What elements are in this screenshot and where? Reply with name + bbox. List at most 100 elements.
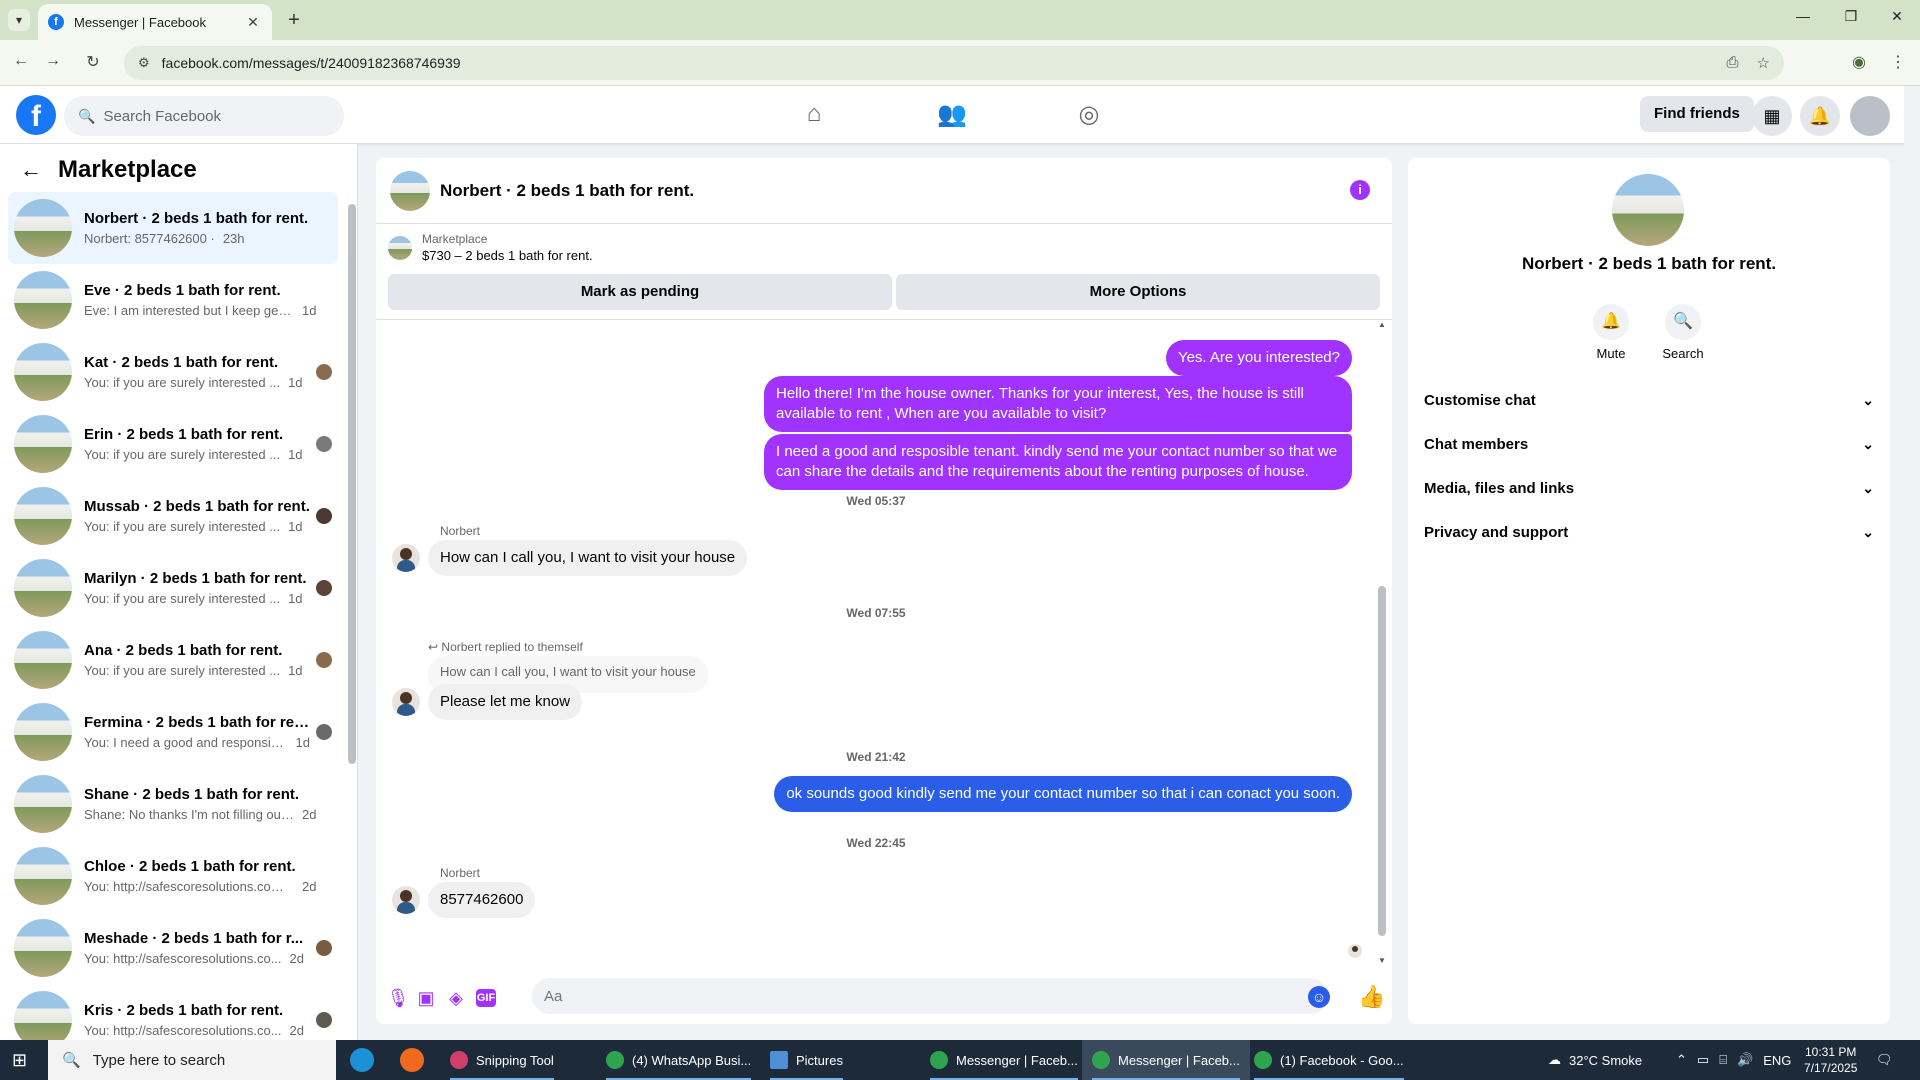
conversation-time: 1d — [288, 519, 303, 534]
bookmark-star-icon[interactable]: ☆ — [1757, 54, 1770, 72]
page-scrollbar[interactable] — [1904, 86, 1920, 1040]
listing-thumbnail — [14, 919, 72, 977]
media-files-links-row[interactable]: Media, files and links ⌄ — [1424, 468, 1874, 508]
chat-title[interactable]: Norbert · 2 beds 1 bath for rent. — [440, 181, 694, 201]
reload-icon[interactable]: ↻ — [82, 52, 104, 72]
tab-search-dropdown[interactable]: ▾ — [8, 9, 30, 31]
profile-icon[interactable]: ◉ — [1852, 52, 1866, 72]
close-tab-icon[interactable]: ✕ — [244, 14, 262, 31]
menu-grid-icon[interactable]: ▦ — [1752, 96, 1792, 136]
outgoing-message[interactable]: I need a good and resposible tenant. kin… — [764, 434, 1352, 490]
back-arrow-icon[interactable]: ← — [20, 157, 42, 183]
conversation-item[interactable]: Shane · 2 beds 1 bath for rent. Shane: No… — [8, 768, 338, 840]
taskbar-app-snipping-tool[interactable]: Snipping Tool — [440, 1040, 564, 1080]
taskbar-app-messenger-2[interactable]: Messenger | Faceb... — [1082, 1040, 1250, 1080]
new-tab-button[interactable]: + — [282, 8, 306, 32]
account-avatar[interactable] — [1850, 96, 1890, 136]
conversation-item[interactable]: Chloe · 2 beds 1 bath for rent. You: http… — [8, 840, 338, 912]
mark-as-pending-button[interactable]: Mark as pending — [388, 274, 892, 310]
incoming-message[interactable]: Please let me know — [428, 684, 583, 720]
conversation-item[interactable]: Norbert · 2 beds 1 bath for rent. Norbert… — [8, 192, 338, 264]
microphone-icon[interactable]: 🎙 — [386, 986, 410, 1010]
message-input[interactable] — [532, 978, 1328, 1014]
thumbs-up-icon[interactable]: 👍 — [1358, 984, 1385, 1010]
network-icon[interactable]: ⌸ — [1719, 1052, 1727, 1068]
address-bar[interactable]: ⚙ facebook.com/messages/t/24009182368746… — [124, 46, 1784, 80]
conversation-item[interactable]: Mussab · 2 beds 1 bath for rent. You: if … — [8, 480, 338, 552]
taskbar-app-messenger-1[interactable]: Messenger | Faceb... — [920, 1040, 1088, 1080]
conversation-item[interactable]: Kris · 2 beds 1 bath for rent. You: http:… — [8, 984, 338, 1040]
listing-thumbnail — [14, 415, 72, 473]
listing-avatar[interactable] — [390, 170, 430, 211]
conversation-item[interactable]: Fermina · 2 beds 1 bath for rent. You: I … — [8, 696, 338, 768]
sticker-icon[interactable]: ◈ — [444, 986, 468, 1010]
browser-tab-active[interactable]: f Messenger | Facebook ✕ — [38, 4, 272, 40]
conversation-time: 1d — [302, 303, 317, 318]
battery-icon[interactable]: ▭ — [1697, 1052, 1709, 1068]
browser-toolbar: ← → ↻ ⚙ facebook.com/messages/t/24009182… — [0, 40, 1920, 86]
privacy-support-row[interactable]: Privacy and support ⌄ — [1424, 512, 1874, 552]
norbert-avatar[interactable] — [392, 886, 420, 914]
listing-thumbnail — [388, 235, 412, 260]
search-label: Search — [1662, 346, 1704, 361]
outgoing-message[interactable]: Hello there! I'm the house owner. Thanks… — [764, 376, 1352, 432]
home-icon[interactable]: ⌂ — [794, 100, 834, 128]
friends-icon[interactable]: 👥 — [932, 100, 972, 129]
conversation-item[interactable]: Eve · 2 beds 1 bath for rent. Eve: I am i… — [8, 264, 338, 336]
chevron-up-icon[interactable]: ⌃ — [1676, 1052, 1687, 1068]
timestamp: Wed 05:37 — [846, 494, 906, 508]
conversation-item[interactable]: Ana · 2 beds 1 bath for rent. You: if you… — [8, 624, 338, 696]
close-window-button[interactable]: ✕ — [1882, 8, 1912, 25]
minimize-button[interactable]: — — [1788, 8, 1818, 24]
more-options-button[interactable]: More Options — [896, 274, 1380, 310]
outgoing-message[interactable]: Yes. Are you interested? — [1165, 340, 1352, 376]
facebook-search[interactable]: 🔍 Search Facebook — [64, 96, 344, 136]
clock[interactable]: 10:31 PM 7/17/2025 — [1804, 1044, 1857, 1076]
sidebar-scrollbar[interactable] — [348, 194, 356, 774]
windows-start-icon[interactable]: ⊞ — [12, 1050, 27, 1071]
weather-widget[interactable]: ☁ 32°C Smoke — [1548, 1040, 1642, 1080]
search-in-chat-button[interactable]: 🔍 Search — [1648, 304, 1718, 361]
listing-thumbnail — [14, 703, 72, 761]
back-icon[interactable]: ← — [10, 52, 32, 70]
install-app-icon[interactable]: ⎙ — [1727, 54, 1739, 72]
norbert-avatar[interactable] — [392, 544, 420, 572]
volume-icon[interactable]: 🔊 — [1737, 1052, 1753, 1068]
incoming-message[interactable]: 8577462600 — [428, 882, 536, 918]
language-indicator[interactable]: ENG — [1763, 1053, 1791, 1068]
notifications-bell-icon[interactable]: 🔔 — [1800, 96, 1840, 136]
forward-icon[interactable]: → — [42, 52, 64, 70]
marketplace-listing[interactable]: Marketplace $730 – 2 beds 1 bath for ren… — [388, 232, 593, 263]
find-friends-button[interactable]: Find friends — [1640, 96, 1754, 132]
facebook-logo[interactable]: f — [16, 95, 56, 135]
emoji-icon[interactable]: ☺ — [1308, 986, 1330, 1008]
conversation-item[interactable]: Meshade · 2 beds 1 bath for r... You: htt… — [8, 912, 338, 984]
search-icon: 🔍 — [78, 107, 96, 124]
outgoing-message[interactable]: ok sounds good kindly send me your conta… — [774, 776, 1352, 812]
menu-kebab-icon[interactable]: ⋮ — [1890, 52, 1906, 72]
conversation-item[interactable]: Kat · 2 beds 1 bath for rent. You: if you… — [8, 336, 338, 408]
conversation-time: 23h — [222, 231, 245, 246]
chat-scrollbar[interactable]: ▲ ▼ — [1376, 320, 1388, 970]
site-info-icon[interactable]: ⚙ — [138, 55, 150, 71]
conversation-item[interactable]: Marilyn · 2 beds 1 bath for rent. You: if… — [8, 552, 338, 624]
groups-icon[interactable]: ◎ — [1069, 100, 1109, 129]
mute-button[interactable]: 🔔 Mute — [1576, 304, 1646, 361]
taskbar-app-pictures[interactable]: Pictures — [760, 1040, 853, 1080]
restore-button[interactable]: ❐ — [1836, 8, 1866, 25]
incoming-message[interactable]: How can I call you, I want to visit your… — [428, 540, 748, 576]
notifications-icon[interactable]: 🗨 — [1876, 1040, 1893, 1080]
edge-icon[interactable] — [350, 1048, 374, 1072]
customise-chat-row[interactable]: Customise chat ⌄ — [1424, 380, 1874, 420]
taskbar-app-whatsapp[interactable]: (4) WhatsApp Busi... — [596, 1040, 761, 1080]
taskbar-app-facebook[interactable]: (1) Facebook - Goo... — [1244, 1040, 1414, 1080]
chat-members-row[interactable]: Chat members ⌄ — [1424, 424, 1874, 464]
conversation-item[interactable]: Erin · 2 beds 1 bath for rent. You: if yo… — [8, 408, 338, 480]
listing-image[interactable] — [1612, 174, 1684, 246]
norbert-avatar[interactable] — [392, 688, 420, 716]
photo-icon[interactable]: ▣ — [414, 986, 438, 1010]
firefox-icon[interactable] — [400, 1048, 424, 1072]
taskbar-search[interactable]: 🔍 Type here to search — [48, 1040, 336, 1080]
gif-icon[interactable]: GIF — [476, 989, 496, 1007]
info-icon[interactable]: i — [1350, 180, 1370, 200]
